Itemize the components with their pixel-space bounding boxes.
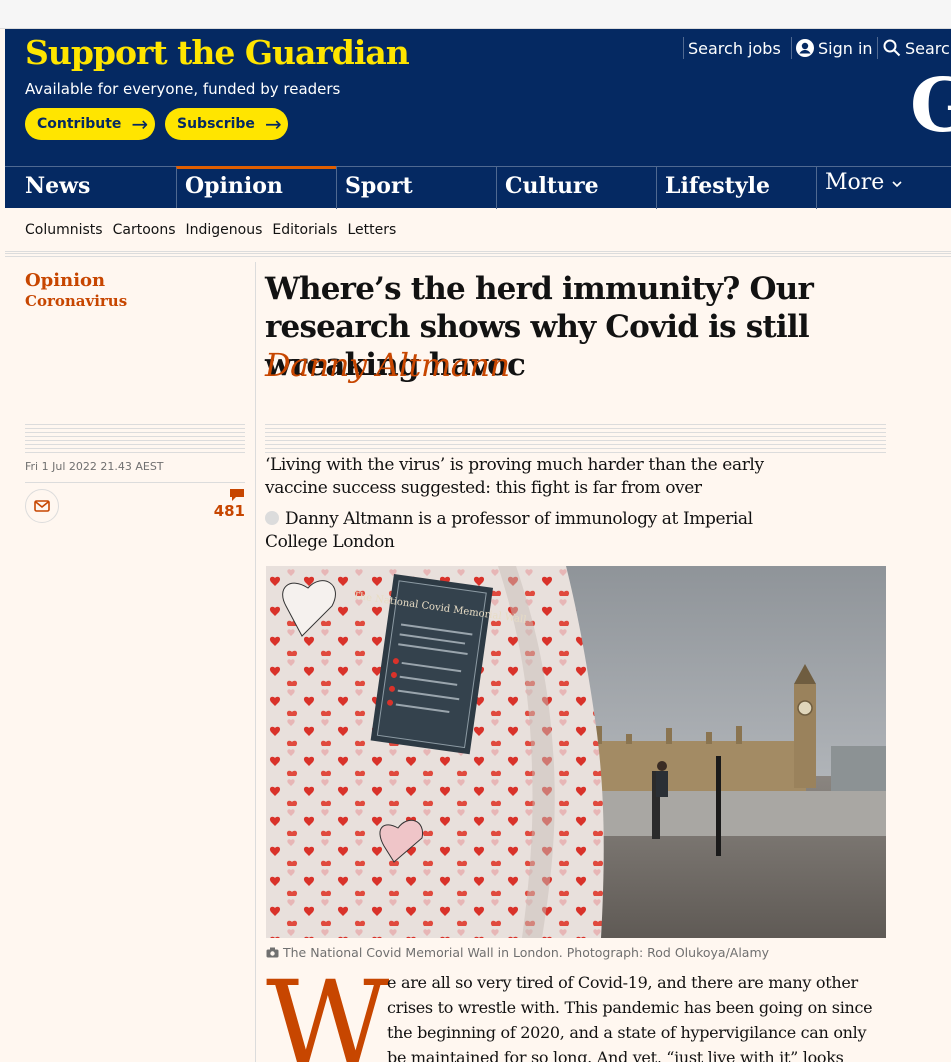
- subscribe-label: Subscribe: [177, 116, 255, 132]
- support-title: Support the Guardian: [25, 33, 410, 72]
- section-divider: [5, 253, 951, 259]
- more-label: More: [825, 170, 885, 195]
- browser-top-strip: [0, 0, 951, 29]
- comment-count-link[interactable]: 481: [205, 488, 245, 520]
- subnav-cartoons[interactable]: Cartoons: [113, 222, 176, 238]
- author-bio-text: Danny Altmann is a professor of immunolo…: [265, 509, 753, 552]
- guardian-logo[interactable]: G: [910, 69, 951, 143]
- headline-divider: [265, 424, 886, 454]
- search-icon: [883, 39, 901, 57]
- column-divider: [255, 262, 256, 1062]
- sign-in-label: Sign in: [818, 38, 873, 58]
- drop-cap: W: [266, 956, 390, 1062]
- pillar-sport[interactable]: Sport: [336, 167, 496, 209]
- opinion-subnav: Columnists Cartoons Indigenous Editorial…: [5, 208, 951, 252]
- arrow-right-icon: →: [264, 112, 282, 136]
- subscribe-button[interactable]: Subscribe →: [165, 108, 288, 140]
- search-label: Search: [905, 38, 951, 58]
- pillar-nav: News Opinion Sport Culture Lifestyle Mor…: [5, 166, 951, 209]
- main-photo[interactable]: The National Covid Memorial Wall: [266, 566, 886, 938]
- comment-icon: [230, 489, 244, 501]
- pillar-opinion[interactable]: Opinion: [176, 166, 336, 208]
- pillar-news[interactable]: News: [5, 167, 176, 209]
- sign-in-link[interactable]: Sign in: [791, 37, 873, 59]
- section-label[interactable]: Opinion: [25, 270, 245, 292]
- pillar-more[interactable]: More: [816, 167, 951, 209]
- user-icon: [796, 39, 814, 57]
- share-email-button[interactable]: [25, 489, 59, 523]
- memorial-wall-image: The National Covid Memorial Wall: [266, 566, 886, 938]
- search-link[interactable]: Search: [877, 37, 951, 59]
- author-bio: Danny Altmann is a professor of immunolo…: [265, 508, 805, 554]
- byline[interactable]: Danny Altmann: [265, 345, 510, 385]
- arrow-right-icon: →: [131, 112, 149, 136]
- standfirst: ‘Living with the virus’ is proving much …: [265, 455, 764, 498]
- subnav-columnists[interactable]: Columnists: [25, 222, 103, 238]
- article-body-paragraph: e are all so very tired of Covid-19, and…: [387, 973, 873, 1062]
- dateline: Fri 1 Jul 2022 21.43 AEST: [25, 460, 164, 473]
- chevron-down-icon: [892, 181, 902, 188]
- search-jobs-link[interactable]: Search jobs: [683, 37, 781, 59]
- subnav-letters[interactable]: Letters: [347, 222, 396, 238]
- pillar-lifestyle[interactable]: Lifestyle: [656, 167, 816, 209]
- bio-bullet-icon: [265, 511, 279, 525]
- email-icon: [34, 500, 50, 512]
- subnav-indigenous[interactable]: Indigenous: [186, 222, 263, 238]
- subnav-editorials[interactable]: Editorials: [272, 222, 337, 238]
- support-subtitle: Available for everyone, funded by reader…: [25, 80, 341, 98]
- meta-divider: [25, 424, 245, 454]
- comment-count: 481: [213, 502, 245, 520]
- pillar-culture[interactable]: Culture: [496, 167, 656, 209]
- series-label[interactable]: Coronavirus: [25, 292, 245, 310]
- search-jobs-label: Search jobs: [688, 38, 781, 58]
- article-meta-column: Opinion Coronavirus: [25, 270, 245, 310]
- masthead: Support the Guardian Available for every…: [5, 29, 951, 209]
- contribute-button[interactable]: Contribute →: [25, 108, 155, 140]
- contribute-label: Contribute: [37, 116, 122, 132]
- meta-rule: [25, 482, 245, 483]
